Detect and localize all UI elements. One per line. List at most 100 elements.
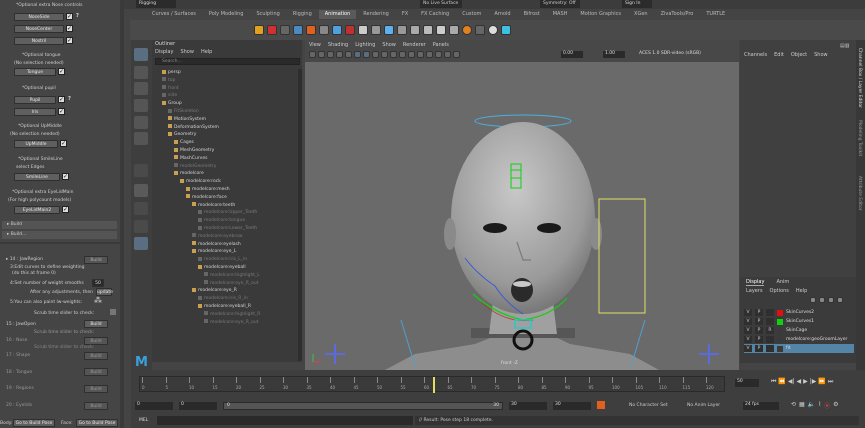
build-step-button[interactable]: Build — [84, 256, 108, 264]
step-back-frame-icon[interactable]: ◀| — [788, 378, 795, 386]
outliner-item[interactable]: modelcore:eye_R_out — [152, 280, 298, 288]
range-start-field[interactable]: 0 — [135, 402, 173, 410]
shelf-tab[interactable]: TURTLE — [700, 10, 731, 19]
outliner-item[interactable]: modelcore:eyeball_R — [152, 303, 298, 311]
outliner-item[interactable]: modelcore:highlight_R — [152, 311, 298, 319]
cache-icon[interactable]: ▦ — [799, 401, 805, 410]
ao-icon[interactable] — [426, 51, 433, 58]
select-tool-icon[interactable] — [134, 48, 148, 61]
motion-blur-icon[interactable] — [435, 51, 442, 58]
dof-icon[interactable] — [453, 51, 460, 58]
outliner-item[interactable]: Cages — [152, 139, 298, 147]
shadows-icon[interactable] — [390, 51, 397, 58]
skeleton-icon[interactable] — [358, 25, 368, 35]
rotate-tool-icon[interactable] — [134, 116, 148, 129]
lattice-icon[interactable] — [397, 25, 407, 35]
shelf-tab[interactable]: Arnold — [488, 10, 516, 19]
outliner-search-input[interactable]: Search... — [155, 58, 300, 65]
move-layer-up-icon[interactable] — [810, 297, 816, 303]
iris-checkbox[interactable]: ✓ — [58, 108, 65, 115]
outliner-item[interactable]: modelcore:face — [152, 194, 298, 202]
symmetry-field[interactable]: Symmetry: Off — [540, 0, 580, 8]
motion-trail-icon[interactable] — [293, 25, 303, 35]
t-pose-icon[interactable] — [501, 25, 511, 35]
outliner-item[interactable]: MotionSystem — [152, 116, 298, 124]
layout-two-icon[interactable] — [134, 202, 148, 215]
layout-outliner-icon[interactable] — [134, 220, 148, 233]
shelf-tab[interactable]: XGen — [628, 10, 654, 19]
new-layer-selected-icon[interactable] — [837, 297, 843, 303]
playback-toggle[interactable]: P — [755, 327, 763, 334]
shelf-tab[interactable]: Animation — [318, 10, 357, 19]
outliner-item[interactable]: modelcore:eye_R — [152, 287, 298, 295]
layout-four-icon[interactable] — [134, 184, 148, 197]
character-set-field[interactable]: No Character Set — [629, 403, 668, 408]
scrub-toggle[interactable] — [110, 309, 116, 315]
smooth-shade-icon[interactable] — [363, 51, 370, 58]
nosecenter-button[interactable]: NoseCenter — [14, 25, 64, 33]
exposure-field[interactable]: 0.00 — [561, 51, 583, 58]
scale-tool-icon[interactable] — [134, 132, 148, 145]
layer-row[interactable]: V P R SkinCage — [744, 326, 854, 335]
viewport-menu-show[interactable]: Show — [382, 42, 396, 48]
channel-box-icons[interactable]: ▤▥ — [840, 43, 852, 49]
play-backward-icon[interactable]: ◀ — [797, 378, 802, 386]
film-gate-icon[interactable] — [345, 51, 352, 58]
jawopen-build-button[interactable]: Build — [84, 320, 108, 328]
options-menu[interactable]: Options — [770, 288, 789, 294]
key-icon[interactable] — [254, 25, 264, 35]
display-layer-tab[interactable]: Display — [746, 279, 765, 286]
stop-icon[interactable] — [345, 25, 355, 35]
grid-icon[interactable] — [336, 51, 343, 58]
time-slider[interactable]: 0 5 10 15 20 25 30 35 40 45 50 55 60 65 70 75 80 85 90 95 10… — [139, 376, 725, 393]
cluster-icon[interactable] — [384, 25, 394, 35]
wireframe-icon[interactable] — [354, 51, 361, 58]
layer-row[interactable]: V Pfit — [744, 344, 854, 353]
set-key-icon[interactable] — [319, 25, 329, 35]
playblast-icon[interactable] — [332, 25, 342, 35]
show-menu[interactable]: Show — [814, 52, 828, 58]
outliner-item[interactable]: modelcore:Lower_Teeth — [152, 225, 298, 233]
visibility-toggle[interactable]: V — [744, 318, 752, 325]
nostril-button[interactable]: Nostril — [14, 37, 64, 45]
play-forward-icon[interactable]: ▶ — [803, 378, 808, 386]
regions-build-button[interactable]: Build — [84, 385, 108, 393]
shelf-tab[interactable]: MASH — [547, 10, 574, 19]
layer-color-swatch[interactable] — [777, 336, 783, 343]
tongue-checkbox[interactable]: ✓ — [58, 68, 65, 75]
nosecenter-checkbox[interactable]: ✓ — [66, 25, 73, 32]
build-more-frame[interactable]: ▸ Build... — [2, 231, 117, 239]
range-end-field[interactable]: 30 — [553, 402, 591, 410]
visibility-toggle[interactable]: V — [744, 336, 752, 343]
skull-icon[interactable] — [488, 25, 498, 35]
playback-toggle[interactable]: P — [755, 336, 763, 343]
outliner-item[interactable]: modelcore:mesh — [152, 186, 298, 194]
outliner-item[interactable]: modelcore:iris_L_in — [152, 256, 298, 264]
text-icon[interactable] — [475, 25, 485, 35]
shelf-tab[interactable]: FX Caching — [415, 10, 455, 19]
panel-scrollbar[interactable] — [120, 0, 124, 428]
layer-color-swatch[interactable] — [777, 327, 783, 334]
current-time-marker[interactable] — [433, 377, 435, 393]
outliner-item[interactable]: modelcore:rock — [152, 178, 298, 186]
smooth-count-field[interactable]: 50 — [92, 279, 104, 287]
iris-button[interactable]: Iris — [14, 108, 56, 116]
soft-mod-icon[interactable] — [436, 25, 446, 35]
build-frame[interactable]: ▸ Build — [2, 221, 117, 229]
noseside-checkbox[interactable]: ✓ — [66, 13, 73, 20]
visibility-toggle[interactable]: V — [744, 327, 752, 334]
pupil-button[interactable]: Pupil — [14, 96, 56, 104]
orange-sphere-icon[interactable] — [462, 25, 472, 35]
shelf-tab[interactable]: Custom — [456, 10, 487, 19]
viewport-menu-renderer[interactable]: Renderer — [403, 42, 426, 48]
outliner-item[interactable]: side — [152, 92, 298, 100]
outliner-item[interactable]: modelcore:eye_L — [152, 248, 298, 256]
paint-weights-icon[interactable]: ⁂ — [94, 296, 105, 306]
layer-color-swatch[interactable] — [777, 318, 783, 325]
tongue-build-button[interactable]: Build — [84, 368, 108, 376]
outliner-item[interactable]: modelcore:Upper_Teeth — [152, 209, 298, 217]
update-button[interactable]: update — [96, 288, 113, 296]
eyelidmain-checkbox[interactable]: ✓ — [62, 206, 69, 213]
smileline-checkbox[interactable]: ✓ — [62, 173, 69, 180]
modeling-toolkit-side-tab[interactable]: Modeling Toolkit — [857, 120, 862, 156]
